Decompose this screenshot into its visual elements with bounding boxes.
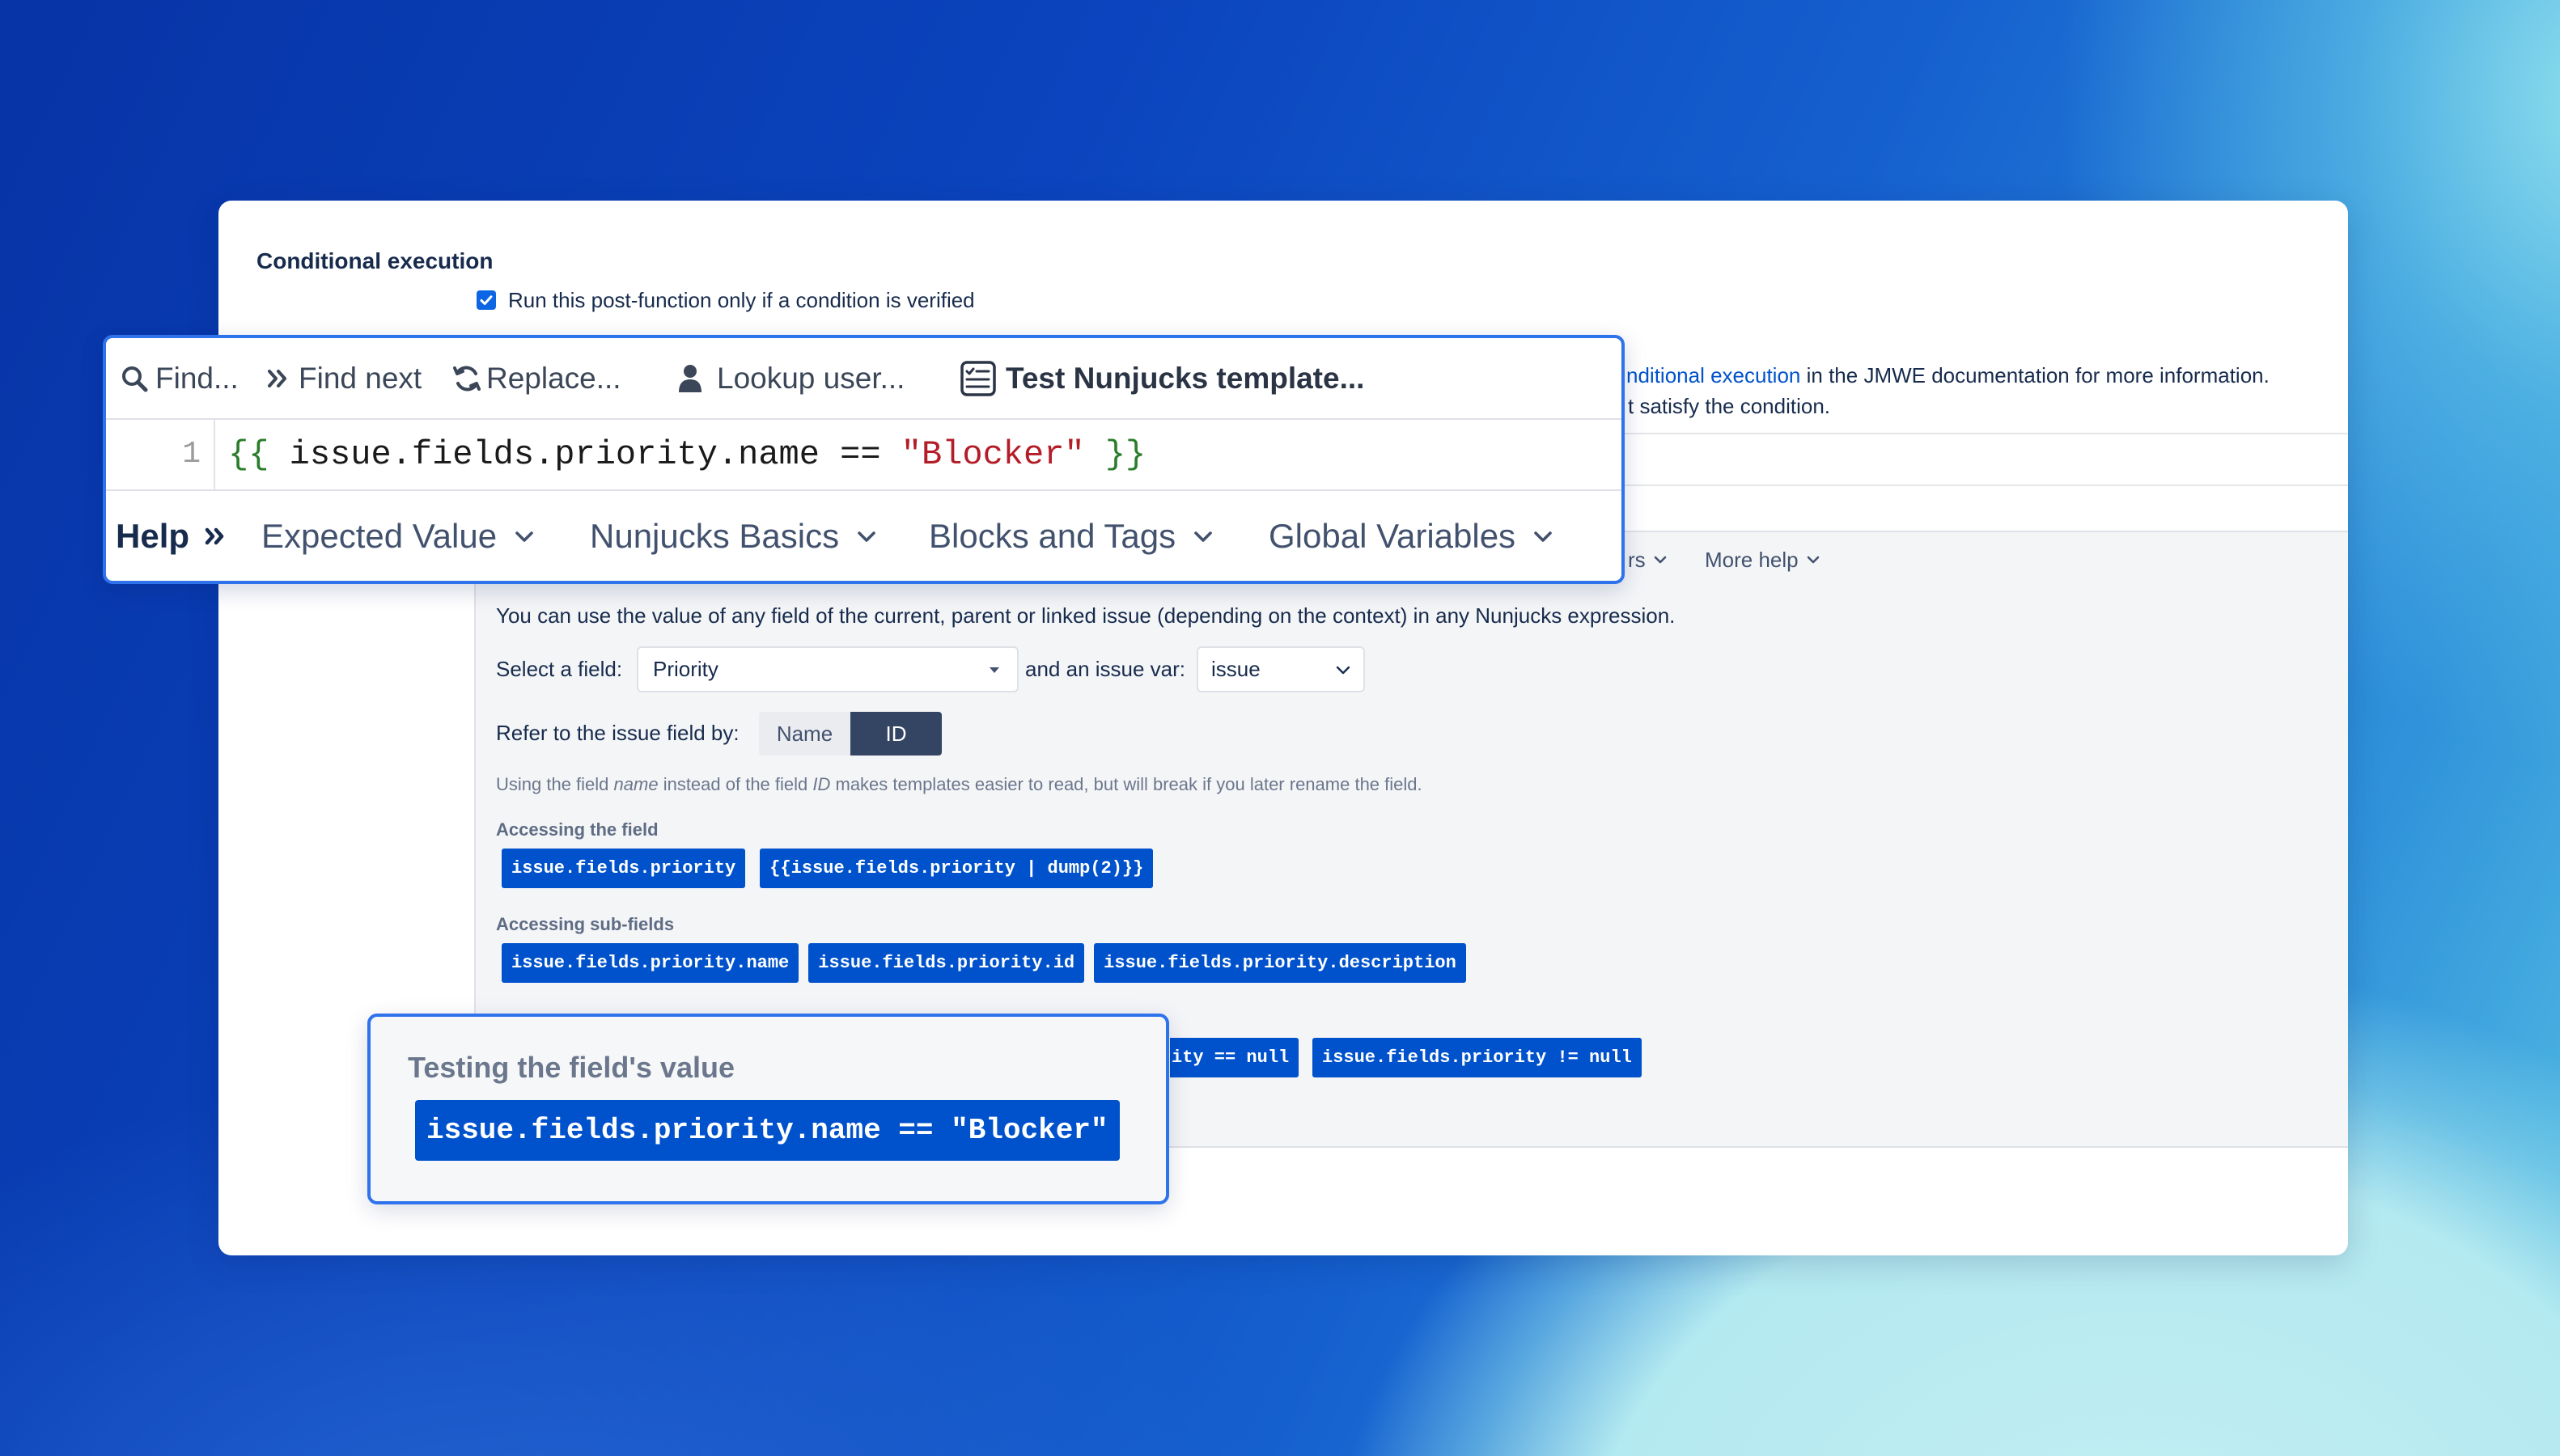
- code-line[interactable]: 1 {{ issue.fields.priority.name == "Bloc…: [106, 420, 1621, 491]
- section-title: Conditional execution: [256, 248, 494, 273]
- find-next-button[interactable]: Find next: [266, 338, 422, 418]
- search-icon: [122, 366, 148, 392]
- menu-label: Expected Value: [261, 516, 498, 555]
- double-chevron-right-icon: [205, 527, 224, 544]
- lookup-user-button[interactable]: Lookup user...: [677, 338, 905, 418]
- refer-by-label: Refer to the issue field by:: [496, 721, 740, 745]
- test-template-button[interactable]: Test Nunjucks template...: [960, 338, 1364, 418]
- help-menu-label: rs: [1628, 548, 1646, 572]
- snippet-badge[interactable]: issue.fields.priority.name: [502, 943, 799, 983]
- refer-by-name-button[interactable]: Name: [759, 712, 850, 756]
- field-help-intro: You can use the value of any field of th…: [496, 603, 1676, 628]
- documentation-text: in the JMWE documentation for more infor…: [1800, 363, 2270, 387]
- issue-var-select[interactable]: issue: [1197, 646, 1365, 692]
- hint-text: instead of the field: [658, 774, 813, 794]
- test-template-label: Test Nunjucks template...: [1006, 361, 1365, 395]
- issue-var-value: issue: [1211, 657, 1261, 681]
- nunjucks-basics-menu[interactable]: Nunjucks Basics: [590, 491, 878, 581]
- section-heading: Accessing sub-fields: [496, 914, 675, 934]
- snippet-badge[interactable]: {{issue.fields.priority | dump(2)}}: [760, 849, 1154, 888]
- find-label: Find...: [155, 361, 239, 395]
- expected-value-menu[interactable]: Expected Value: [261, 491, 536, 581]
- double-chevron-right-icon: [268, 369, 286, 387]
- field-select-value: Priority: [653, 657, 718, 681]
- user-icon: [679, 364, 701, 392]
- condition-checkbox[interactable]: [477, 290, 496, 310]
- snippet-badge[interactable]: issue.fields.priority.id: [808, 943, 1085, 983]
- chevron-down-icon: [515, 531, 533, 542]
- help-menu-label: More help: [1705, 548, 1799, 572]
- snippet-badge[interactable]: ity == null: [1170, 1038, 1299, 1077]
- refresh-icon: [453, 366, 481, 391]
- line-number: 1: [106, 420, 215, 489]
- help-toggle[interactable]: Help: [116, 491, 228, 581]
- hint-text: Using the field: [496, 774, 614, 794]
- menu-label: Nunjucks Basics: [590, 516, 840, 555]
- code-text[interactable]: {{ issue.fields.priority.name == "Blocke…: [228, 420, 1146, 489]
- hint-emphasis: name: [613, 774, 659, 794]
- snippet-badge[interactable]: issue.fields.priority != null: [1312, 1038, 1642, 1077]
- chevron-down-icon: [1654, 556, 1666, 564]
- lookup-user-label: Lookup user...: [717, 361, 905, 395]
- find-button[interactable]: Find...: [121, 338, 239, 418]
- snippet-badge[interactable]: issue.fields.priority: [502, 849, 746, 888]
- find-next-label: Find next: [299, 361, 422, 395]
- chevron-down-icon: [1194, 531, 1212, 542]
- chevron-down-icon: [1807, 556, 1819, 564]
- snippet-badge[interactable]: issue.fields.priority.name == "Blocker": [415, 1100, 1120, 1161]
- documentation-line: nditional execution in the JMWE document…: [1626, 362, 2270, 388]
- snippet-row: issue.fields.priority {{issue.fields.pri…: [502, 849, 1154, 888]
- editor-help-bar: Help Expected Value Nunjucks Basics Bloc…: [106, 491, 1621, 581]
- section-heading: Accessing the field: [496, 819, 659, 840]
- more-help-menu[interactable]: More help: [1705, 547, 1821, 573]
- checkmark-icon: [480, 295, 493, 305]
- global-variables-menu[interactable]: Global Variables: [1269, 491, 1554, 581]
- help-menu-partial[interactable]: rs: [1628, 547, 1668, 573]
- code-string: "Blocker": [901, 435, 1085, 474]
- nunjucks-editor: Find... Find next Replace... Lookup user…: [103, 335, 1625, 584]
- snippet-row: issue.fields.priority.name issue.fields.…: [502, 943, 1466, 983]
- field-select[interactable]: Priority: [637, 646, 1019, 692]
- chevron-down-icon: [858, 531, 875, 542]
- callout-title: Testing the field's value: [408, 1051, 735, 1084]
- chevron-down-icon: [1534, 531, 1552, 542]
- condition-checkbox-label[interactable]: Run this post-function only if a conditi…: [508, 287, 975, 313]
- documentation-link[interactable]: nditional execution: [1626, 363, 1800, 387]
- condition-description: t satisfy the condition.: [1628, 394, 1831, 418]
- select-field-label: Select a field:: [496, 657, 623, 681]
- issue-var-label: and an issue var:: [1025, 657, 1186, 681]
- refer-by-hint: Using the field name instead of the fiel…: [496, 773, 1422, 795]
- menu-label: Blocks and Tags: [929, 516, 1176, 555]
- checklist-icon: [960, 360, 996, 396]
- hint-emphasis: ID: [812, 774, 831, 794]
- code-expression: issue.fields.priority.name ==: [289, 435, 881, 474]
- help-label: Help: [116, 516, 190, 555]
- caret-down-icon: [990, 667, 999, 673]
- replace-label: Replace...: [486, 361, 621, 395]
- chevron-down-icon: [1336, 666, 1350, 674]
- hint-text: makes templates easier to read, but will…: [830, 774, 1422, 794]
- refer-by-toggle: Name ID: [759, 712, 942, 756]
- replace-button[interactable]: Replace...: [451, 338, 621, 418]
- editor-toolbar: Find... Find next Replace... Lookup user…: [106, 338, 1621, 420]
- menu-label: Global Variables: [1269, 516, 1516, 555]
- code-brace-open: {{: [228, 435, 269, 474]
- refer-by-id-button[interactable]: ID: [850, 712, 942, 756]
- code-brace-close: }}: [1104, 435, 1146, 474]
- testing-value-callout: Testing the field's value issue.fields.p…: [367, 1014, 1169, 1204]
- snippet-badge[interactable]: issue.fields.priority.description: [1094, 943, 1466, 983]
- blocks-and-tags-menu[interactable]: Blocks and Tags: [929, 491, 1214, 581]
